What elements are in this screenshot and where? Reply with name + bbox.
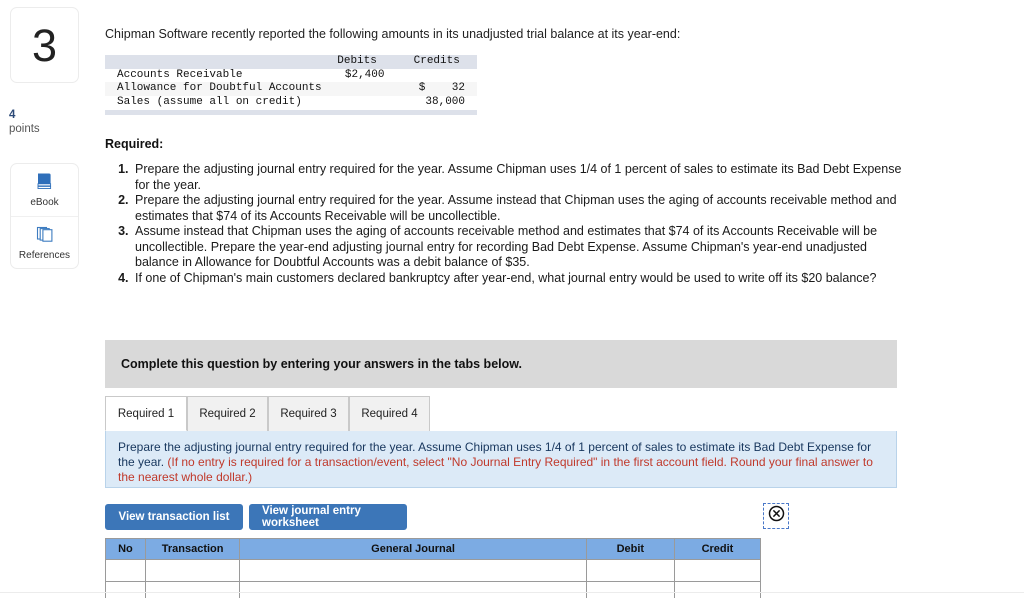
view-journal-entry-worksheet-label: View journal entry worksheet (262, 505, 361, 529)
instruction-note: (If no entry is required for a transacti… (118, 455, 873, 484)
tb-credit-symbol: $ (418, 82, 426, 94)
trial-balance-footer-bar (105, 110, 477, 115)
trial-balance-header-row: Debits Credits (105, 55, 477, 69)
jt-col-credit: Credit (673, 538, 762, 560)
tab-label: Required 4 (361, 408, 418, 420)
banner-text: Complete this question by entering your … (121, 357, 522, 371)
tab-label: Required 2 (199, 408, 256, 420)
tb-account: Sales (assume all on credit) (117, 95, 302, 108)
tb-credit: $ 32 (404, 82, 477, 96)
jt-col-no: No (105, 538, 146, 560)
tb-debit (326, 96, 405, 110)
list-item: If one of Chipman's main customers decla… (132, 271, 913, 287)
left-rail: 3 4 points eBook References (0, 0, 92, 598)
book-icon (35, 172, 55, 195)
jt-cell-credit[interactable] (673, 581, 762, 598)
jt-col-debit: Debit (585, 538, 675, 560)
view-transaction-list-label: View transaction list (118, 511, 230, 523)
question-number-box: 3 (10, 7, 79, 83)
references-label: References (18, 249, 71, 261)
instructions-banner: Complete this question by entering your … (105, 340, 897, 388)
tab-required-4[interactable]: Required 4 (349, 396, 430, 431)
tb-col-account (105, 55, 326, 69)
points-value: 4 (9, 109, 16, 121)
table-row[interactable] (105, 559, 762, 582)
jt-col-transaction: Transaction (144, 538, 241, 560)
jt-cell-transaction[interactable] (144, 581, 241, 598)
close-circle-icon (768, 505, 785, 527)
question-page: 3 4 points eBook References Chipman Soft… (0, 0, 1024, 598)
jt-cell-general-journal[interactable] (239, 581, 587, 598)
tb-col-debits: Debits (325, 55, 405, 69)
trial-balance-table: Debits Credits Accounts Receivable $2,40… (105, 55, 477, 109)
points-display: 4 points (9, 108, 85, 136)
tool-panel: eBook References (10, 163, 79, 269)
view-journal-entry-worksheet-button[interactable]: View journal entry worksheet (249, 504, 407, 530)
tab-label: Required 3 (280, 408, 337, 420)
tab-required-3[interactable]: Required 3 (268, 396, 349, 431)
ebook-label: eBook (30, 197, 59, 208)
tb-debit (325, 82, 405, 96)
close-button[interactable] (763, 503, 789, 529)
tb-account: Allowance for Doubtful Accounts (105, 82, 326, 96)
tab-label: Required 1 (117, 407, 175, 420)
list-item: Assume instead that Chipman uses the agi… (132, 224, 913, 271)
table-row: Accounts Receivable $2,400 (105, 69, 477, 83)
jt-cell-general-journal[interactable] (239, 559, 587, 582)
table-row: Allowance for Doubtful Accounts $ 32 (105, 82, 477, 96)
ebook-button[interactable]: eBook (11, 164, 78, 216)
required-list: Prepare the adjusting journal entry requ… (105, 162, 913, 286)
pages-icon (35, 225, 55, 248)
jt-cell-credit[interactable] (673, 559, 762, 582)
main-content: Chipman Software recently reported the f… (92, 0, 1024, 598)
jt-cell-no[interactable] (105, 581, 146, 598)
table-row: Sales (assume all on credit) 38,000 (105, 96, 477, 110)
list-item: Prepare the adjusting journal entry requ… (132, 162, 913, 193)
question-number: 3 (31, 19, 58, 71)
points-label: points (9, 123, 40, 135)
journal-header-row: No Transaction General Journal Debit Cre… (105, 538, 762, 560)
tab-required-2[interactable]: Required 2 (187, 396, 268, 431)
bottom-divider (0, 592, 1024, 593)
jt-col-general-journal: General Journal (239, 538, 587, 560)
tb-credit-value: 32 (451, 82, 465, 94)
tb-credit (404, 69, 477, 83)
journal-entry-table: No Transaction General Journal Debit Cre… (105, 538, 762, 598)
tb-col-credits: Credits (404, 55, 477, 69)
intro-text: Chipman Software recently reported the f… (105, 27, 681, 41)
tb-debit: $2,400 (344, 68, 385, 81)
tab-bar: Required 1 Required 2 Required 3 Require… (105, 396, 897, 431)
jt-cell-debit[interactable] (585, 559, 675, 582)
view-transaction-list-button[interactable]: View transaction list (105, 504, 243, 530)
tb-credit: 38,000 (425, 95, 465, 108)
tb-account: Accounts Receivable (117, 68, 243, 81)
required-heading: Required: (105, 137, 164, 151)
jt-cell-transaction[interactable] (144, 559, 241, 582)
instruction-panel: Prepare the adjusting journal entry requ… (105, 431, 897, 488)
table-row[interactable] (105, 581, 762, 598)
references-button[interactable]: References (11, 216, 78, 268)
list-item: Prepare the adjusting journal entry requ… (132, 193, 913, 224)
jt-cell-no[interactable] (105, 559, 146, 582)
tab-required-1[interactable]: Required 1 (105, 396, 187, 431)
jt-cell-debit[interactable] (585, 581, 675, 598)
